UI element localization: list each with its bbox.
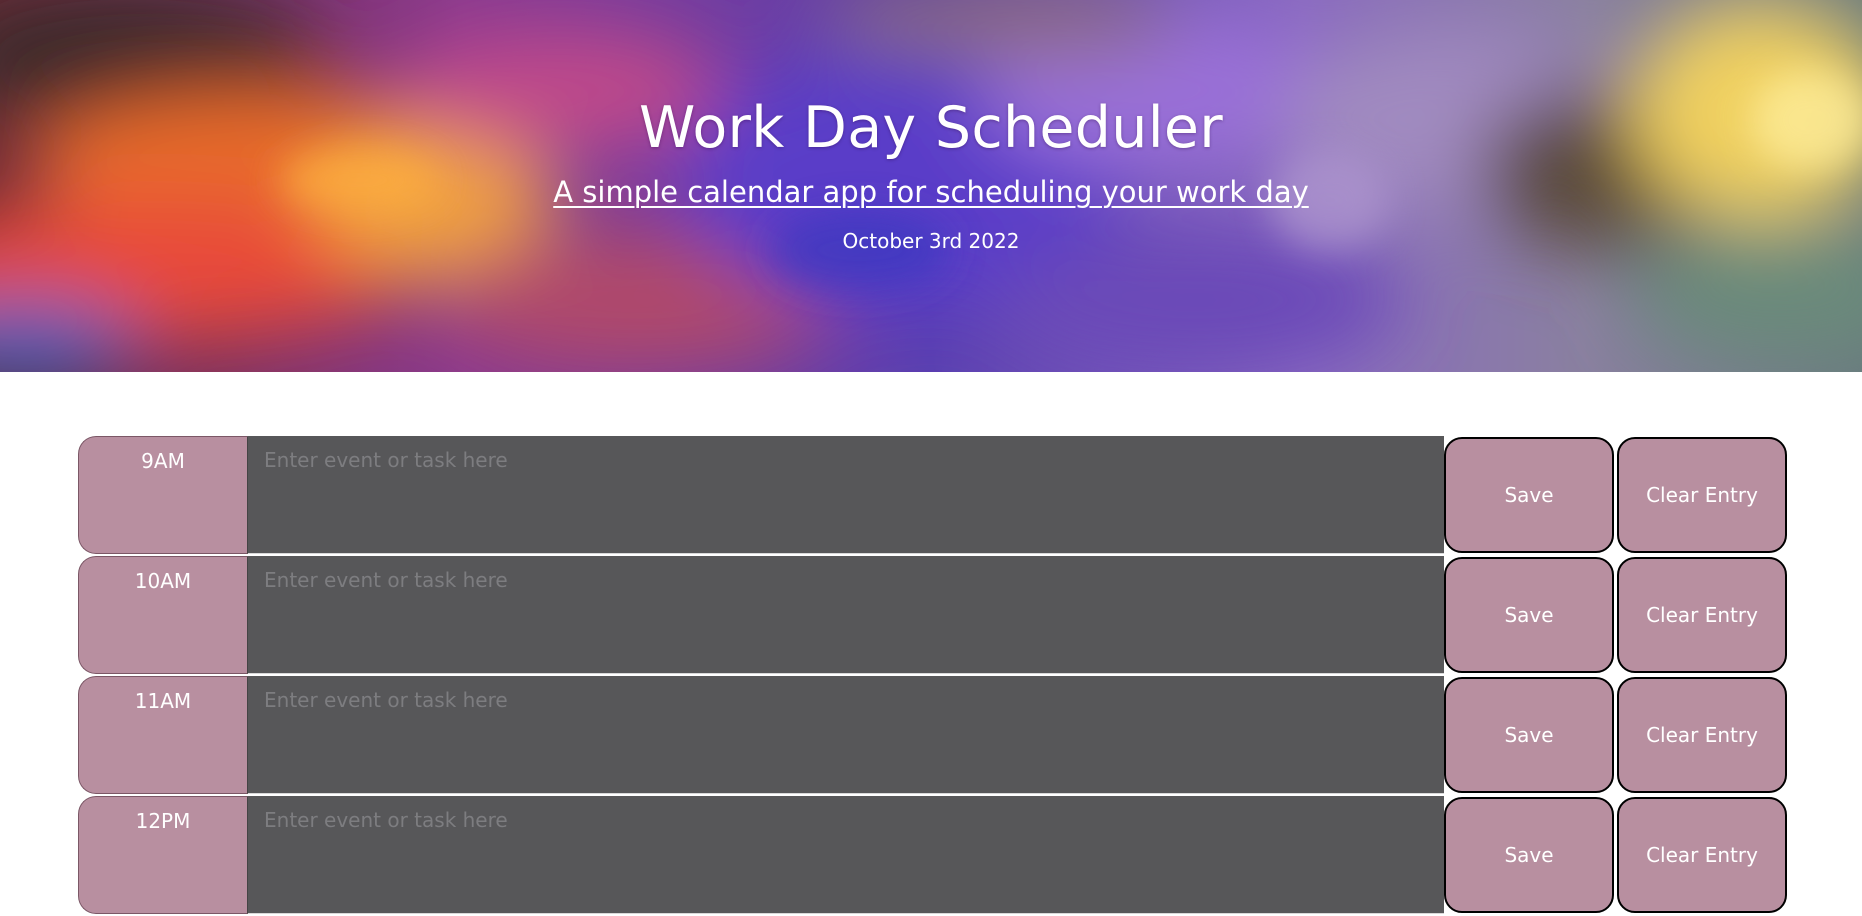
event-input[interactable] (248, 436, 1444, 554)
schedule-container: 9AM Save Clear Entry 10AM Save Clear Ent… (78, 436, 1788, 916)
page-subtitle: A simple calendar app for scheduling you… (553, 175, 1309, 209)
current-date: October 3rd 2022 (842, 229, 1020, 253)
header-banner: Work Day Scheduler A simple calendar app… (0, 0, 1862, 372)
time-block-12pm: 12PM Save Clear Entry (78, 796, 1788, 914)
hour-label: 11AM (78, 676, 248, 794)
event-input[interactable] (248, 676, 1444, 794)
hour-label: 12PM (78, 796, 248, 914)
event-input[interactable] (248, 556, 1444, 674)
time-block-11am: 11AM Save Clear Entry (78, 676, 1788, 794)
time-block-10am: 10AM Save Clear Entry (78, 556, 1788, 674)
save-button[interactable]: Save (1444, 557, 1614, 673)
page-title: Work Day Scheduler (639, 95, 1223, 161)
clear-entry-button[interactable]: Clear Entry (1617, 557, 1787, 673)
hour-label: 10AM (78, 556, 248, 674)
clear-entry-button[interactable]: Clear Entry (1617, 797, 1787, 913)
save-button[interactable]: Save (1444, 797, 1614, 913)
clear-entry-button[interactable]: Clear Entry (1617, 437, 1787, 553)
time-block-9am: 9AM Save Clear Entry (78, 436, 1788, 554)
hour-label: 9AM (78, 436, 248, 554)
clear-entry-button[interactable]: Clear Entry (1617, 677, 1787, 793)
event-input[interactable] (248, 796, 1444, 914)
save-button[interactable]: Save (1444, 677, 1614, 793)
save-button[interactable]: Save (1444, 437, 1614, 553)
